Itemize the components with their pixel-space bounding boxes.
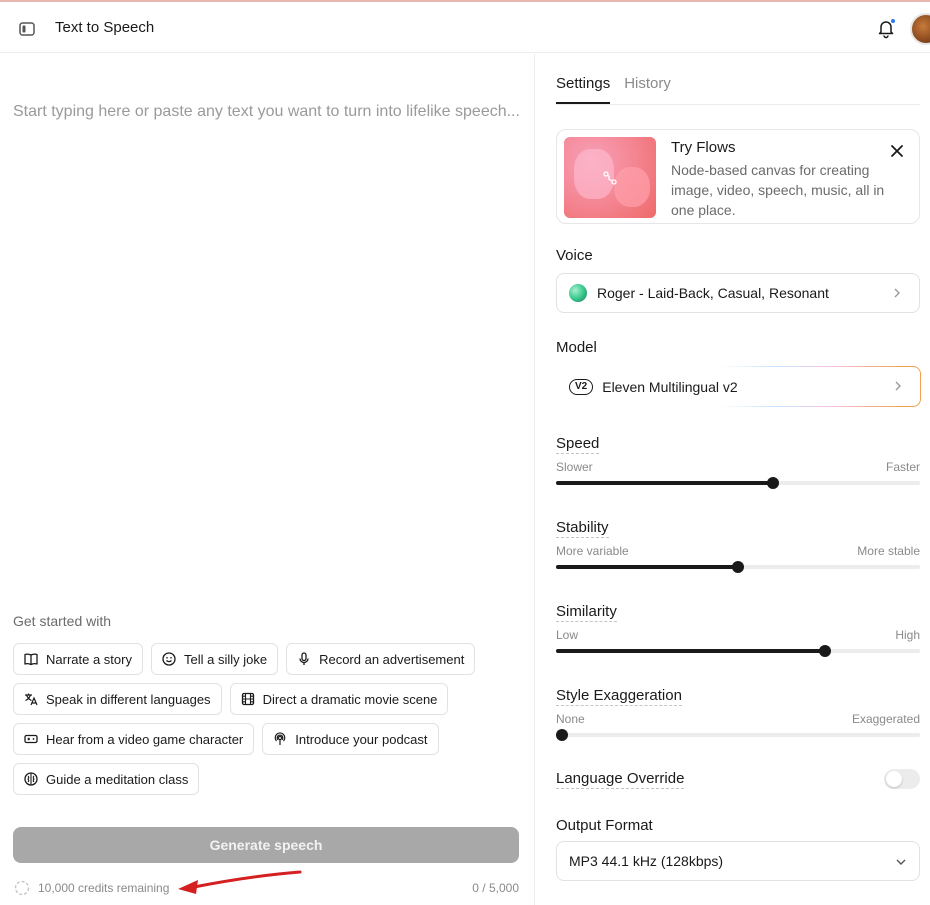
chip-languages[interactable]: Speak in different languages (13, 683, 222, 715)
chip-game-character[interactable]: Hear from a video game character (13, 723, 255, 755)
promo-title: Try Flows (671, 139, 736, 156)
settings-pane: Settings History Try Flows Node-based ca… (536, 54, 930, 905)
voice-name: Roger - Laid-Back, Casual, Resonant (597, 285, 829, 301)
gamepad-icon (24, 734, 38, 744)
chip-label: Direct a dramatic movie scene (262, 691, 438, 707)
stability-label: Stability (556, 519, 609, 538)
chip-movie-scene[interactable]: Direct a dramatic movie scene (229, 683, 449, 715)
style-exaggeration-label: Style Exaggeration (556, 687, 682, 706)
suggestion-row: Narrate a story Tell a silly joke Record… (13, 643, 513, 675)
generate-speech-button[interactable]: Generate speech (13, 827, 519, 863)
stability-max-label: More stable (857, 544, 920, 558)
style-max-label: Exaggerated (851, 712, 920, 726)
annotation-arrow-icon (178, 870, 302, 894)
language-override-label: Language Override (556, 770, 685, 789)
speed-max-label: Faster (885, 460, 920, 474)
podcast-icon (274, 732, 286, 745)
slider-thumb[interactable] (732, 561, 744, 573)
chevron-right-icon (895, 381, 901, 391)
flow-link-icon (603, 171, 617, 185)
sidebar-toggle-button[interactable] (17, 19, 37, 39)
chevron-right-icon (894, 288, 900, 298)
chip-narrate-story[interactable]: Narrate a story (13, 643, 143, 675)
get-started-label: Get started with (13, 613, 112, 629)
user-avatar[interactable] (910, 13, 930, 45)
promo-description: Node-based canvas for creating image, vi… (671, 162, 885, 218)
notifications-button[interactable] (875, 17, 897, 39)
slider-thumb[interactable] (556, 729, 568, 741)
toggle-knob (886, 771, 902, 787)
stability-slider[interactable] (556, 561, 920, 573)
speed-slider[interactable] (556, 477, 920, 489)
similarity-label: Similarity (556, 603, 617, 622)
style-exaggeration-slider[interactable] (556, 729, 920, 741)
notification-dot (890, 18, 896, 24)
page-title: Text to Speech (55, 19, 155, 36)
settings-tabs: Settings History (556, 75, 920, 105)
chip-label: Introduce your podcast (295, 731, 428, 747)
try-flows-card[interactable]: Try Flows Node-based canvas for creating… (556, 129, 920, 224)
suggestion-row: Guide a meditation class (13, 763, 513, 795)
chevron-down-icon (896, 859, 906, 865)
stability-min-label: More variable (556, 544, 629, 558)
film-icon (241, 692, 254, 706)
chip-label: Tell a silly joke (183, 651, 268, 667)
chip-label: Guide a meditation class (46, 771, 189, 787)
tab-settings[interactable]: Settings (556, 75, 611, 104)
model-selector[interactable]: V2 Eleven Multilingual v2 (556, 366, 921, 407)
close-icon[interactable] (890, 144, 904, 158)
language-override-toggle[interactable] (884, 769, 920, 789)
slider-thumb[interactable] (819, 645, 832, 657)
smiley-icon (162, 652, 176, 666)
model-selector-inner: V2 Eleven Multilingual v2 (557, 367, 920, 406)
slider-thumb[interactable] (766, 477, 779, 489)
text-input[interactable] (13, 100, 523, 580)
chip-label: Speak in different languages (46, 691, 211, 707)
credits-remaining: 10,000 credits remaining (38, 881, 170, 895)
output-format-select[interactable]: MP3 44.1 kHz (128kbps) (556, 841, 920, 881)
suggestion-row: Hear from a video game character Introdu… (13, 723, 513, 755)
tab-history[interactable]: History (624, 75, 671, 104)
similarity-slider[interactable] (556, 645, 920, 657)
output-format-value: MP3 44.1 kHz (128kbps) (569, 853, 724, 869)
flows-thumbnail (564, 137, 656, 218)
top-bar: Text to Speech (0, 2, 930, 53)
character-count: 0 / 5,000 (472, 881, 519, 895)
voice-avatar (569, 284, 587, 302)
chip-advertisement[interactable]: Record an advertisement (286, 643, 476, 675)
chip-podcast[interactable]: Introduce your podcast (262, 723, 439, 755)
similarity-min-label: Low (556, 628, 579, 642)
model-label: Model (556, 339, 597, 356)
similarity-max-label: High (895, 628, 920, 642)
slider-fill (556, 565, 738, 569)
output-format-label: Output Format (556, 817, 653, 834)
microphone-icon (299, 652, 309, 665)
prompt-suggestions: Narrate a story Tell a silly joke Record… (13, 643, 513, 803)
sidebar-panel-icon (19, 22, 35, 36)
chip-label: Record an advertisement (319, 651, 465, 667)
style-min-label: None (556, 712, 585, 726)
translate-icon (25, 693, 38, 706)
credits-spinner-icon (14, 880, 30, 896)
brain-icon (24, 772, 38, 786)
slider-fill (556, 649, 826, 653)
chip-meditation[interactable]: Guide a meditation class (13, 763, 200, 795)
book-icon (24, 653, 38, 666)
model-version-badge: V2 (569, 378, 594, 395)
voice-selector[interactable]: Roger - Laid-Back, Casual, Resonant (556, 273, 920, 313)
chip-silly-joke[interactable]: Tell a silly joke (150, 643, 279, 675)
speed-label: Speed (556, 435, 600, 454)
editor-pane: Get started with Narrate a story Tell a … (0, 54, 535, 905)
chip-label: Narrate a story (46, 651, 132, 667)
chip-label: Hear from a video game character (46, 731, 244, 747)
model-name: Eleven Multilingual v2 (602, 378, 738, 395)
voice-label: Voice (556, 247, 593, 264)
suggestion-row: Speak in different languages Direct a dr… (13, 683, 513, 715)
speed-min-label: Slower (556, 460, 593, 474)
slider-fill (556, 481, 773, 485)
